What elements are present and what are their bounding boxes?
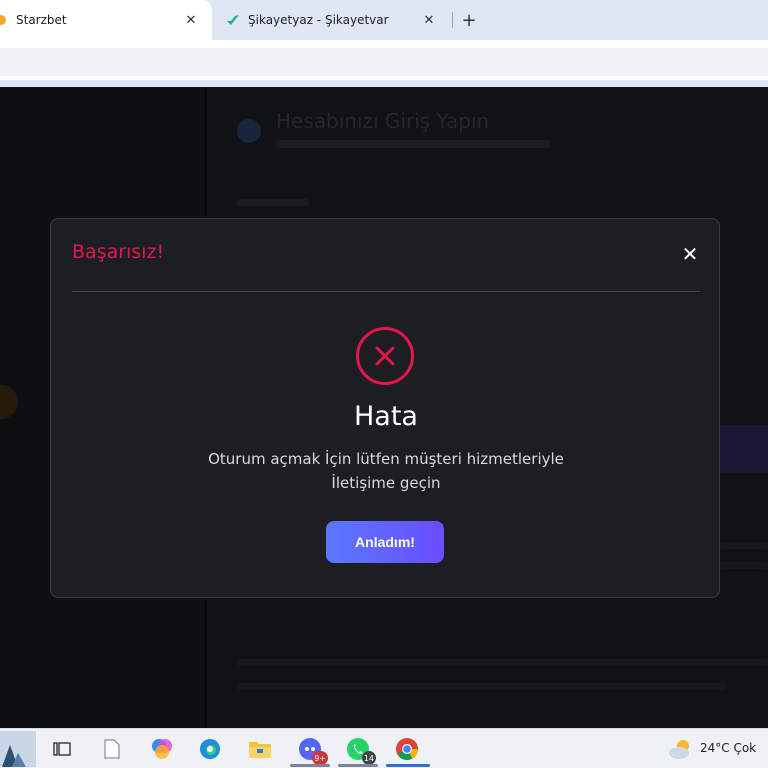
new-tab-button[interactable]: + bbox=[458, 9, 480, 31]
whatsapp-icon[interactable]: 14 bbox=[344, 735, 376, 765]
task-view-icon[interactable] bbox=[48, 735, 76, 763]
whatsapp-badge: 14 bbox=[361, 751, 376, 765]
browser-toolbar bbox=[0, 40, 768, 80]
file-icon[interactable] bbox=[98, 735, 126, 763]
chrome-active-indicator bbox=[386, 764, 430, 767]
weather-icon bbox=[669, 740, 689, 759]
close-tab-icon[interactable]: ✕ bbox=[180, 9, 202, 31]
taskbar: 9+ 14 24°C Çok bbox=[0, 728, 768, 768]
tab-separator bbox=[452, 12, 453, 28]
whatsapp-active-indicator bbox=[338, 764, 378, 767]
error-message: Oturum açmak İçin lütfen müşteri hizmetl… bbox=[171, 447, 601, 495]
dialog-title: Başarısız! bbox=[72, 241, 165, 263]
dialog-divider bbox=[72, 291, 700, 292]
discord-active-indicator bbox=[290, 764, 330, 767]
copilot-icon[interactable] bbox=[148, 735, 176, 763]
discord-badge: 9+ bbox=[312, 751, 328, 765]
tab-starzbet[interactable]: Starzbet ✕ bbox=[0, 0, 212, 40]
weather-temperature[interactable]: 24°C Çok bbox=[700, 741, 756, 755]
error-icon bbox=[356, 327, 414, 385]
edge-icon[interactable] bbox=[196, 735, 224, 763]
error-message-line: Oturum açmak İçin lütfen müşteri hizmetl… bbox=[208, 450, 564, 468]
sikayetvar-favicon-icon bbox=[227, 15, 239, 25]
file-explorer-icon[interactable] bbox=[246, 735, 274, 763]
close-icon[interactable]: ✕ bbox=[679, 242, 701, 266]
address-bar[interactable] bbox=[0, 48, 768, 76]
tab-title: Starzbet bbox=[16, 13, 67, 27]
error-message-line: İletişime geçin bbox=[331, 474, 441, 492]
error-heading: Hata bbox=[354, 401, 418, 432]
error-dialog: Başarısız! ✕ Hata Oturum açmak İçin lütf… bbox=[50, 218, 720, 598]
browser-tab-strip: Starzbet ✕ Şikayetyaz - Şikayetvar ✕ + bbox=[0, 0, 768, 40]
acknowledge-button[interactable]: Anladım! bbox=[326, 521, 444, 563]
starzbet-favicon-icon bbox=[0, 15, 6, 25]
chrome-icon[interactable] bbox=[393, 735, 421, 763]
discord-icon[interactable]: 9+ bbox=[296, 735, 328, 765]
widgets-thumbnail-icon bbox=[0, 731, 36, 767]
widgets-button[interactable] bbox=[0, 731, 36, 767]
browser-frame-edge bbox=[0, 80, 768, 87]
tab-sikayetvar[interactable]: Şikayetyaz - Şikayetvar ✕ bbox=[214, 0, 450, 40]
close-tab-icon[interactable]: ✕ bbox=[418, 9, 440, 31]
tab-title: Şikayetyaz - Şikayetvar bbox=[248, 13, 389, 27]
